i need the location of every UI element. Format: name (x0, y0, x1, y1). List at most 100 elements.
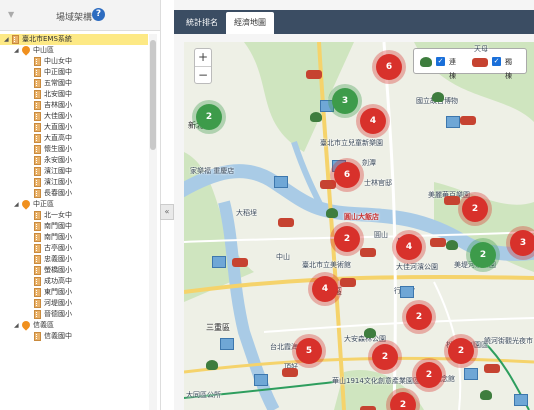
tree-school-item[interactable]: 北安國中 (0, 89, 148, 100)
map-cluster-marker[interactable]: 4 (396, 234, 422, 260)
legend-checkbox-detached[interactable]: ✓ (492, 57, 501, 66)
tree-school-item[interactable]: 大直國小 (0, 122, 148, 133)
tree-school-item[interactable]: 東門國小 (0, 287, 148, 298)
tree-school-item[interactable]: 永安國小 (0, 155, 148, 166)
tree-school-item[interactable]: 濱江國小 (0, 177, 148, 188)
map-cluster-marker[interactable]: 4 (360, 108, 386, 134)
collapse-panel-button[interactable]: « (160, 204, 174, 220)
fire-truck-marker-icon[interactable] (360, 406, 376, 410)
zoom-out-button[interactable]: − (195, 67, 211, 84)
tree-school-item[interactable]: 南門國小 (0, 232, 148, 243)
building-marker-icon[interactable] (254, 374, 268, 386)
fire-truck-marker-icon[interactable] (460, 116, 476, 125)
tree-school-item[interactable]: 南門國中 (0, 221, 148, 232)
tree-school-item[interactable]: 中山女中 (0, 56, 148, 67)
map-cluster-marker[interactable]: 2 (334, 226, 360, 252)
tree-marker-icon[interactable] (364, 328, 376, 338)
building-marker-icon[interactable] (464, 368, 478, 380)
tree-school-item[interactable]: 中正國中 (0, 67, 148, 78)
fire-truck-marker-icon[interactable] (232, 258, 248, 267)
building-icon (34, 189, 41, 198)
map-view[interactable]: + − ✓ 連棟 ✓ 獨棟 新北市國立故宮博物臺北市立兒童新樂園士林官邸圓山大飯… (184, 42, 534, 410)
tree-marker-icon[interactable] (480, 390, 492, 400)
map-cluster-marker[interactable]: 6 (376, 54, 402, 80)
map-place-label: 圓山大飯店 (344, 213, 379, 221)
map-cluster-marker[interactable]: 2 (470, 242, 496, 268)
tree-school-item[interactable]: 河堤國小 (0, 298, 148, 309)
tree-school-item[interactable]: 忠義國小 (0, 254, 148, 265)
map-cluster-marker[interactable]: 2 (406, 304, 432, 330)
fire-truck-marker-icon[interactable] (278, 218, 294, 227)
tree-marker-icon[interactable] (446, 240, 458, 250)
zoom-in-button[interactable]: + (195, 49, 211, 67)
fire-truck-marker-icon[interactable] (320, 180, 336, 189)
tree-root-item[interactable]: ◢ 臺北市EMS系統 (0, 34, 148, 45)
legend-checkbox-row-house[interactable]: ✓ (436, 57, 445, 66)
map-place-label: 天母 (474, 45, 488, 53)
building-icon (34, 145, 41, 154)
map-cluster-marker[interactable]: 3 (332, 88, 358, 114)
fire-truck-marker-icon[interactable] (430, 238, 446, 247)
tree-scrollbar-thumb[interactable] (150, 40, 156, 150)
fire-truck-marker-icon[interactable] (340, 278, 356, 287)
expand-caret-icon[interactable]: ◢ (4, 34, 9, 45)
expand-caret-icon[interactable]: ◢ (14, 199, 19, 210)
map-cluster-marker[interactable]: 6 (334, 162, 360, 188)
legend-label-detached: 獨棟 (505, 58, 512, 80)
tab-bar: 統計排名 經濟地圖 (174, 10, 534, 34)
tree-school-item[interactable]: 北一女中 (0, 210, 148, 221)
tab-economic-map[interactable]: 經濟地圖 (226, 12, 274, 34)
legend-label-row-house: 連棟 (449, 58, 456, 80)
map-cluster-marker[interactable]: 5 (296, 338, 322, 364)
tree-district-item[interactable]: ◢ 中山區 (0, 44, 148, 56)
panel-toggle-icon[interactable]: ▼ (8, 10, 14, 19)
fire-truck-marker-icon[interactable] (360, 248, 376, 257)
building-marker-icon[interactable] (220, 338, 234, 350)
building-marker-icon[interactable] (400, 286, 414, 298)
tree-school-item[interactable]: 濱江國中 (0, 166, 148, 177)
tree-school-item[interactable]: 古亭國小 (0, 243, 148, 254)
map-cluster-marker[interactable]: 2 (416, 362, 442, 388)
tree-marker-icon[interactable] (432, 92, 444, 102)
building-marker-icon[interactable] (274, 176, 288, 188)
tree-district-item[interactable]: ◢ 信義區 (0, 319, 148, 331)
tree-item-label: 古亭國小 (44, 244, 72, 252)
tree-marker-icon[interactable] (326, 208, 338, 218)
fire-truck-marker-icon[interactable] (282, 368, 298, 377)
map-cluster-marker[interactable]: 2 (372, 344, 398, 370)
map-cluster-marker[interactable]: 2 (448, 338, 474, 364)
tree-school-item[interactable]: 信義國中 (0, 331, 148, 342)
map-cluster-marker[interactable]: 3 (510, 230, 534, 256)
tree-school-item[interactable]: 成功高中 (0, 276, 148, 287)
fire-truck-marker-icon[interactable] (306, 70, 322, 79)
tree-marker-icon[interactable] (310, 112, 322, 122)
tree-marker-icon[interactable] (206, 360, 218, 370)
building-icon (34, 310, 41, 319)
tree-item-label: 臺北市EMS系統 (22, 35, 72, 43)
map-cluster-marker[interactable]: 4 (312, 276, 338, 302)
zoom-control: + − (194, 48, 212, 84)
tree-school-item[interactable]: 螢橋國小 (0, 265, 148, 276)
tree-school-item[interactable]: 懷生國小 (0, 144, 148, 155)
tree-item-label: 大直高中 (44, 134, 72, 142)
fire-truck-marker-icon[interactable] (444, 196, 460, 205)
tree-school-item[interactable]: 長春國小 (0, 188, 148, 199)
tree-school-item[interactable]: 大直高中 (0, 133, 148, 144)
tree-district-item[interactable]: ◢ 中正區 (0, 198, 148, 210)
tree-school-item[interactable]: 晉德國小 (0, 309, 148, 320)
expand-caret-icon[interactable]: ◢ (14, 320, 19, 331)
tree-school-item[interactable]: 五常國中 (0, 78, 148, 89)
building-icon (34, 79, 41, 88)
tree-school-item[interactable]: 大佳國小 (0, 111, 148, 122)
fire-truck-marker-icon[interactable] (484, 364, 500, 373)
expand-caret-icon[interactable]: ◢ (14, 45, 19, 56)
help-icon[interactable]: ? (92, 8, 105, 21)
building-marker-icon[interactable] (514, 394, 528, 406)
map-place-label: 三重區 (206, 323, 230, 332)
map-cluster-marker[interactable]: 2 (196, 104, 222, 130)
building-marker-icon[interactable] (446, 116, 460, 128)
map-cluster-marker[interactable]: 2 (462, 196, 488, 222)
tab-statistics-ranking[interactable]: 統計排名 (178, 12, 226, 34)
tree-school-item[interactable]: 吉林國小 (0, 100, 148, 111)
building-marker-icon[interactable] (212, 256, 226, 268)
